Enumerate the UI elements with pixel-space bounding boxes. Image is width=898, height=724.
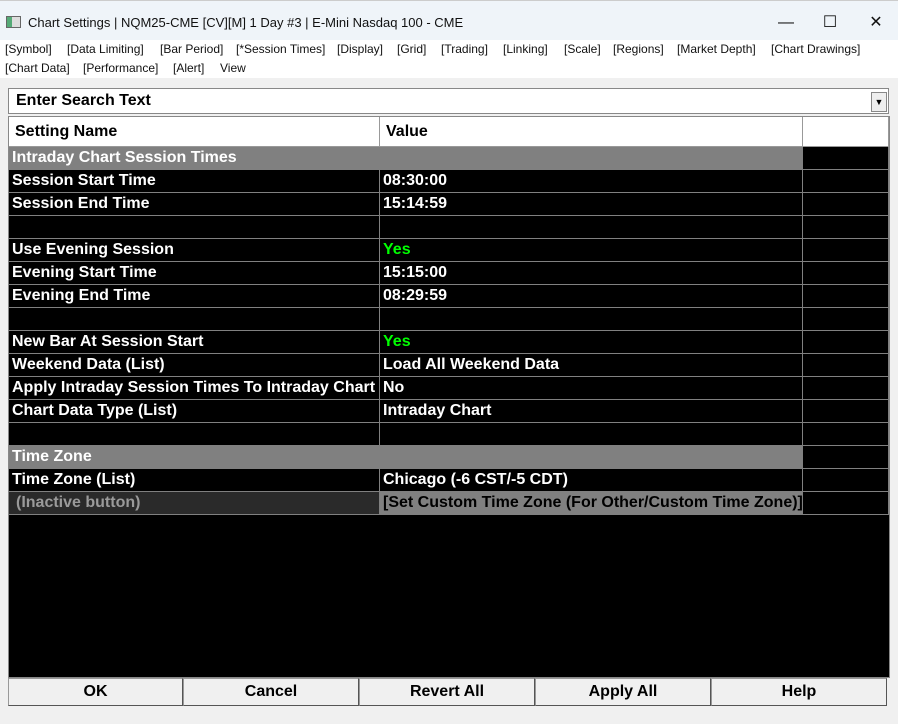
blank-row [9,308,889,331]
search-input[interactable]: Enter Search Text ▼ [8,88,889,114]
table-row[interactable]: Session Start Time 08:30:00 [9,170,889,193]
extra-cell [803,239,889,262]
column-header-setting-name[interactable]: Setting Name [9,117,380,147]
revert-all-button[interactable]: Revert All [359,678,535,706]
setting-name [9,216,380,239]
title-bar: Chart Settings | NQM25-CME [CV][M] 1 Day… [0,0,898,40]
app-icon [6,16,21,28]
table-row[interactable]: Weekend Data (List) Load All Weekend Data [9,354,889,377]
extra-cell [803,216,889,239]
blank-row [9,423,889,446]
tab-regions[interactable]: [Regions] [613,42,664,56]
dialog-buttons: OK Cancel Revert All Apply All Help [8,678,889,706]
setting-name: Use Evening Session [9,239,380,262]
table-row[interactable]: Evening Start Time 15:15:00 [9,262,889,285]
table-row[interactable]: Time Zone (List) Chicago (-6 CST/-5 CDT) [9,469,889,492]
setting-name [9,308,380,331]
tab-alert[interactable]: [Alert] [173,61,204,75]
setting-value[interactable]: Chicago (-6 CST/-5 CDT) [380,469,803,492]
setting-name [9,423,380,446]
setting-value[interactable]: 08:30:00 [380,170,803,193]
tab-view[interactable]: View [220,61,246,75]
tab-session-times[interactable]: [*Session Times] [236,42,325,56]
setting-value[interactable]: No [380,377,803,400]
extra-cell [803,193,889,216]
minimize-button[interactable]: — [766,9,806,37]
setting-name: Chart Data Type (List) [9,400,380,423]
blank-row [9,216,889,239]
tab-linking[interactable]: [Linking] [503,42,548,56]
extra-cell [803,446,889,469]
setting-value [380,423,803,446]
column-header-extra [803,117,889,147]
setting-value[interactable]: Yes [380,239,803,262]
cancel-button[interactable]: Cancel [183,678,359,706]
tab-data-limiting[interactable]: [Data Limiting] [67,42,144,56]
setting-value[interactable]: Yes [380,331,803,354]
grid-header: Setting Name Value [9,117,889,147]
extra-cell [803,308,889,331]
table-row[interactable]: Chart Data Type (List) Intraday Chart [9,400,889,423]
setting-name: Session Start Time [9,170,380,193]
table-row[interactable]: Evening End Time 08:29:59 [9,285,889,308]
extra-cell [803,377,889,400]
section-header-row: Time Zone [9,446,889,469]
tab-scale[interactable]: [Scale] [564,42,601,56]
setting-value [380,216,803,239]
setting-name: Apply Intraday Session Times To Intraday… [9,377,380,400]
extra-cell [803,423,889,446]
setting-value[interactable]: [Set Custom Time Zone (For Other/Custom … [380,492,803,515]
setting-value[interactable]: Intraday Chart [380,400,803,423]
maximize-button[interactable]: ☐ [810,9,850,37]
section-header-row: Intraday Chart Session Times [9,147,889,170]
setting-name: (Inactive button) [9,492,380,515]
tab-market-depth[interactable]: [Market Depth] [677,42,756,56]
setting-name: New Bar At Session Start [9,331,380,354]
column-header-value[interactable]: Value [380,117,803,147]
table-row[interactable]: Session End Time 15:14:59 [9,193,889,216]
window-title: Chart Settings | NQM25-CME [CV][M] 1 Day… [28,15,464,30]
tab-grid[interactable]: [Grid] [397,42,426,56]
setting-value[interactable]: 15:14:59 [380,193,803,216]
settings-tabs: [Symbol] [Data Limiting] [Bar Period] [*… [0,40,898,78]
table-row[interactable]: New Bar At Session Start Yes [9,331,889,354]
table-row[interactable]: (Inactive button) [Set Custom Time Zone (… [9,492,889,515]
extra-cell [803,285,889,308]
extra-cell [803,469,889,492]
setting-value[interactable]: Load All Weekend Data [380,354,803,377]
ok-button[interactable]: OK [8,678,183,706]
table-row[interactable]: Apply Intraday Session Times To Intraday… [9,377,889,400]
tab-display[interactable]: [Display] [337,42,383,56]
tab-symbol[interactable]: [Symbol] [5,42,52,56]
setting-name: Time Zone [9,446,803,469]
extra-cell [803,170,889,193]
setting-value [380,308,803,331]
search-placeholder: Enter Search Text [16,92,151,109]
setting-name: Evening Start Time [9,262,380,285]
apply-all-button[interactable]: Apply All [535,678,711,706]
tab-performance[interactable]: [Performance] [83,61,158,75]
setting-name: Weekend Data (List) [9,354,380,377]
setting-name: Intraday Chart Session Times [9,147,803,170]
extra-cell [803,354,889,377]
settings-grid: Setting Name Value Intraday Chart Sessio… [8,116,890,678]
setting-name: Time Zone (List) [9,469,380,492]
extra-cell [803,331,889,354]
setting-name: Evening End Time [9,285,380,308]
extra-cell [803,147,889,170]
setting-value[interactable]: 15:15:00 [380,262,803,285]
close-button[interactable]: ✕ [856,9,896,37]
help-button[interactable]: Help [711,678,887,706]
setting-value[interactable]: 08:29:59 [380,285,803,308]
tab-trading[interactable]: [Trading] [441,42,488,56]
extra-cell [803,262,889,285]
table-row[interactable]: Use Evening Session Yes [9,239,889,262]
tab-chart-drawings[interactable]: [Chart Drawings] [771,42,860,56]
chevron-down-icon[interactable]: ▼ [871,92,887,112]
extra-cell [803,400,889,423]
extra-cell [803,492,889,515]
tab-bar-period[interactable]: [Bar Period] [160,42,223,56]
setting-name: Session End Time [9,193,380,216]
tab-chart-data[interactable]: [Chart Data] [5,61,70,75]
